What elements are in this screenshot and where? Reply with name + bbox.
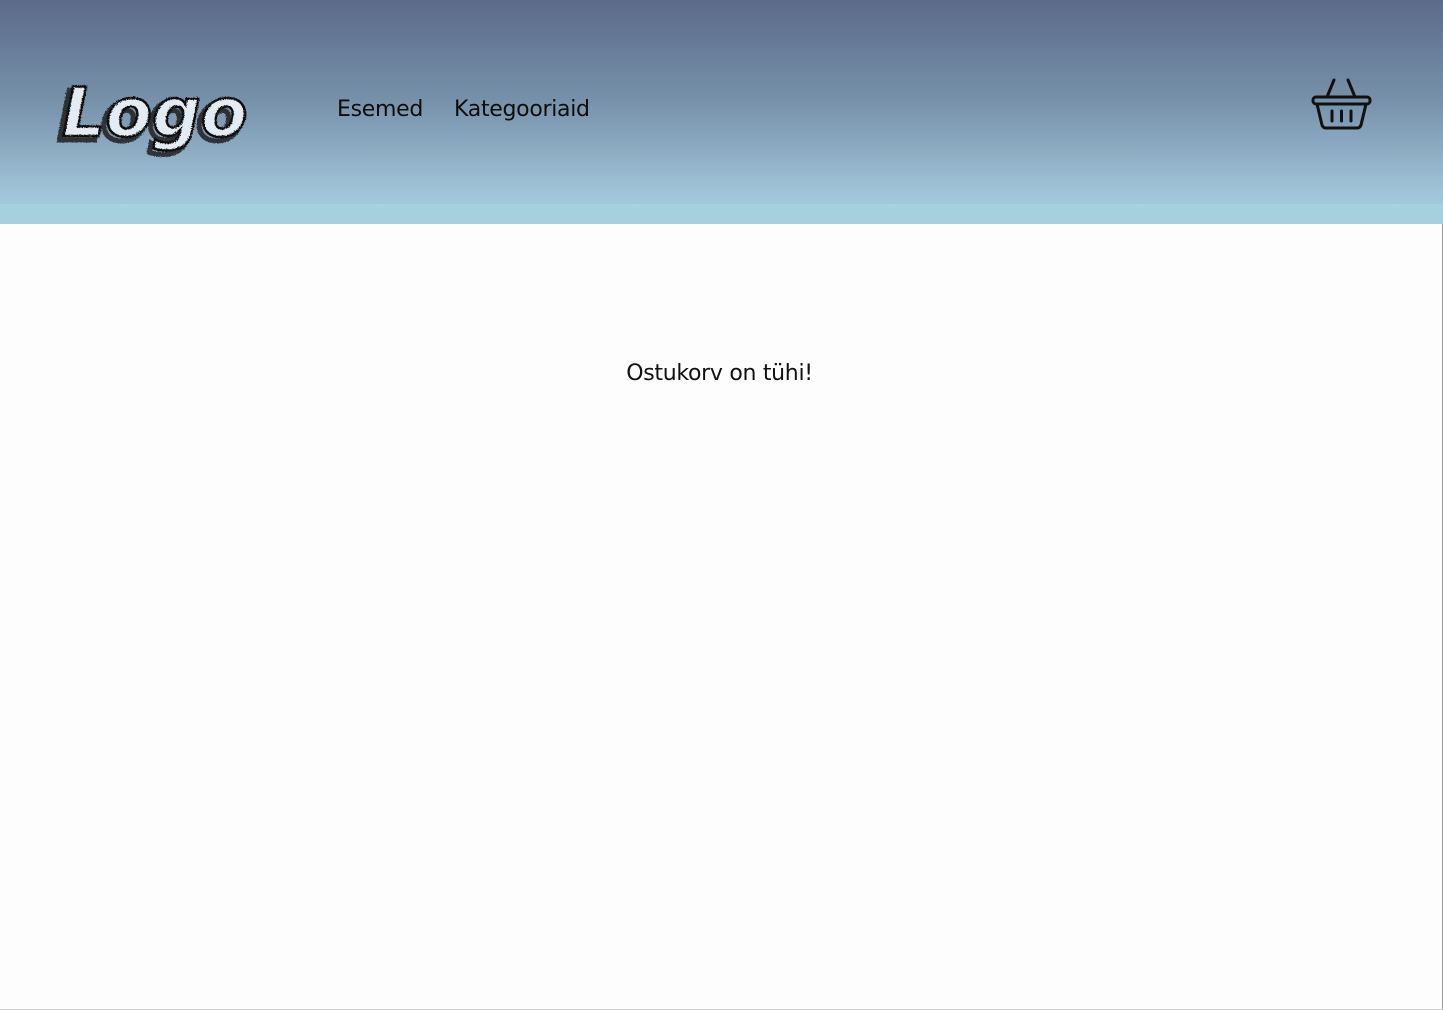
empty-cart-message: Ostukorv on tühi! xyxy=(0,361,1443,386)
main-content: Ostukorv on tühi! xyxy=(0,224,1443,1010)
basket-icon xyxy=(1311,78,1372,130)
site-header: Logo Logo Esemed Kategooriaid xyxy=(0,0,1443,224)
main-nav: Esemed Kategooriaid xyxy=(337,97,590,122)
nav-link-esemed[interactable]: Esemed xyxy=(337,97,423,122)
logo-text: Logo xyxy=(62,74,247,153)
nav-link-kategooriaid[interactable]: Kategooriaid xyxy=(454,97,590,122)
cart-button[interactable] xyxy=(1310,76,1374,132)
logo[interactable]: Logo Logo xyxy=(52,62,252,162)
header-band xyxy=(0,204,1443,224)
empty-cart-text: Ostukorv on tühi! xyxy=(626,361,813,386)
